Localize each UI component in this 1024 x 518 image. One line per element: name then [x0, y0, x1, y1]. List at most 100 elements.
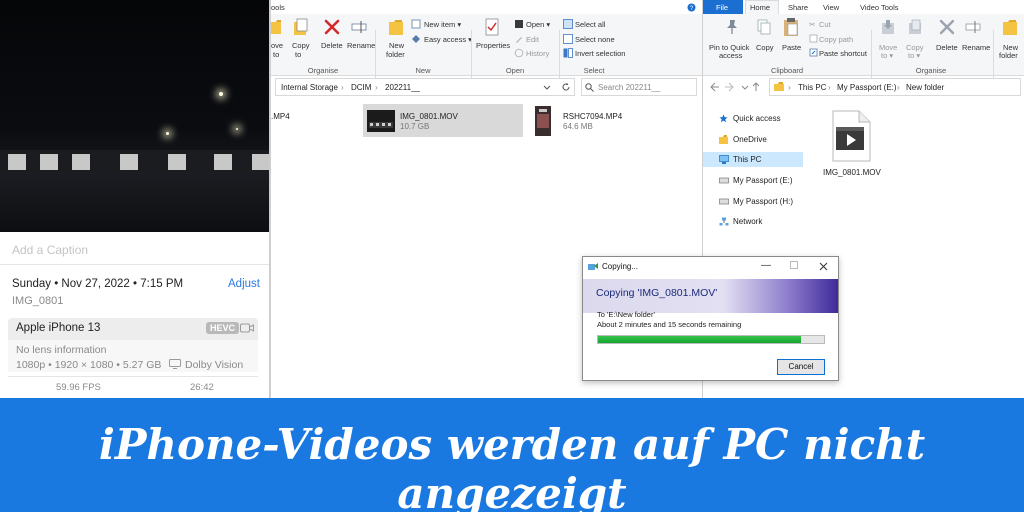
street-light — [166, 132, 169, 135]
select-all-button[interactable]: Select all — [575, 20, 605, 29]
pin-label-2[interactable]: access — [719, 51, 742, 60]
properties-icon[interactable] — [484, 18, 500, 36]
video-file-icon[interactable] — [829, 110, 871, 162]
invert-selection-button[interactable]: Invert selection — [575, 49, 625, 58]
history-icon[interactable] — [514, 48, 524, 58]
select-none-button[interactable]: Select none — [575, 35, 615, 44]
breadcrumb-this-pc[interactable]: This PC — [798, 83, 826, 92]
adjust-button[interactable]: Adjust — [228, 278, 260, 290]
open-icon[interactable] — [514, 19, 524, 29]
delete-label[interactable]: Delete — [936, 43, 958, 52]
refresh-icon[interactable] — [561, 82, 571, 92]
delete-label[interactable]: Delete — [321, 41, 343, 50]
copy-path-button[interactable]: Copy path — [819, 35, 853, 44]
duration: 26:42 — [190, 382, 214, 393]
tab-home[interactable]: Home — [750, 3, 770, 12]
nav-drive-h[interactable]: My Passport (H:) — [733, 197, 793, 206]
history-button[interactable]: History — [526, 49, 549, 58]
road — [0, 172, 269, 232]
breadcrumb-internal-storage[interactable]: Internal Storage — [281, 83, 338, 92]
move-to-icon[interactable] — [271, 19, 283, 35]
nav-this-pc[interactable]: This PC — [733, 155, 761, 164]
copy-to-label[interactable]: Copy — [292, 41, 310, 50]
street-light — [219, 92, 223, 96]
tab-share[interactable]: Share — [788, 3, 808, 12]
copy-destination: To 'E:\New folder' — [597, 310, 655, 319]
paste-shortcut-icon[interactable] — [809, 48, 818, 57]
tab-video-tools[interactable]: Video Tools — [860, 3, 899, 12]
properties-label[interactable]: Properties — [476, 41, 510, 50]
easy-access-button[interactable]: Easy access ▾ — [424, 35, 472, 44]
tab-view[interactable]: View — [823, 3, 839, 12]
file-name[interactable]: RSHC7094.MP4 — [563, 112, 622, 121]
rename-label[interactable]: Rename — [347, 41, 375, 50]
breadcrumb-folder[interactable]: 202211__ — [385, 83, 420, 92]
video-camera-icon — [240, 323, 254, 333]
copy-to-icon[interactable] — [908, 19, 922, 35]
edit-icon[interactable] — [514, 34, 524, 44]
caption-input[interactable]: Add a Caption — [12, 243, 88, 257]
file-name[interactable]: .MP4 — [271, 112, 290, 121]
paste-shortcut-button[interactable]: Paste shortcut — [819, 49, 867, 58]
move-to-label-2[interactable]: to ▾ — [881, 51, 893, 60]
invert-selection-icon[interactable] — [563, 48, 573, 58]
wall-post — [252, 154, 269, 170]
copy-icon[interactable] — [757, 19, 771, 35]
select-all-icon[interactable] — [563, 19, 573, 29]
minimize-button[interactable]: — — [761, 260, 771, 271]
paste-label[interactable]: Paste — [782, 43, 801, 52]
new-folder-icon[interactable] — [388, 18, 404, 36]
video-thumbnail-icon — [535, 106, 551, 136]
file-name[interactable]: IMG_0801.MOV — [823, 168, 881, 177]
new-folder-label-2[interactable]: folder — [386, 50, 405, 59]
rename-label[interactable]: Rename — [962, 43, 990, 52]
breadcrumb-dcim[interactable]: DCIM — [351, 83, 371, 92]
new-folder-label-2[interactable]: folder — [999, 51, 1018, 60]
nav-arrows-icon[interactable] — [709, 82, 759, 92]
breadcrumb-drive[interactable]: My Passport (E:) — [837, 83, 897, 92]
cut-button[interactable]: Cut — [819, 20, 831, 29]
delete-icon[interactable] — [939, 19, 955, 35]
help-icon[interactable]: ? — [687, 3, 696, 12]
tab-file[interactable]: File — [716, 3, 728, 12]
edit-button[interactable]: Edit — [526, 35, 539, 44]
move-to-label[interactable]: ove — [271, 41, 283, 50]
breadcrumb-folder[interactable]: New folder — [906, 83, 944, 92]
new-item-button[interactable]: New item ▾ — [424, 20, 461, 29]
video-thumbnail[interactable] — [0, 0, 269, 232]
address-dropdown-icon[interactable] — [543, 83, 551, 91]
new-folder-label[interactable]: New — [389, 41, 404, 50]
search-input[interactable]: Search 202211__ — [598, 83, 661, 92]
copy-path-icon[interactable] — [809, 34, 818, 43]
nav-network[interactable]: Network — [733, 217, 762, 226]
maximize-button[interactable] — [790, 261, 798, 269]
easy-access-icon[interactable] — [411, 34, 421, 44]
pin-icon[interactable] — [725, 19, 739, 35]
copy-to-label-2[interactable]: to ▾ — [908, 51, 920, 60]
cut-icon[interactable]: ✂ — [809, 20, 815, 29]
nav-quick-access[interactable]: Quick access — [733, 114, 781, 123]
rename-icon[interactable] — [965, 19, 981, 35]
copy-to-icon[interactable] — [293, 18, 309, 36]
move-to-icon[interactable] — [881, 19, 895, 35]
ribbon-tab-video-tools[interactable]: ools — [271, 3, 285, 12]
file-name[interactable]: IMG_0801.MOV — [400, 112, 458, 121]
new-folder-icon[interactable] — [1002, 18, 1018, 36]
copy-label[interactable]: Copy — [756, 43, 774, 52]
close-icon[interactable] — [819, 262, 828, 271]
copy-to-label-2[interactable]: to — [295, 50, 301, 59]
cancel-button[interactable]: Cancel — [777, 359, 825, 375]
select-none-icon[interactable] — [563, 34, 573, 44]
move-to-label-2[interactable]: to — [273, 50, 279, 59]
open-button[interactable]: Open ▾ — [526, 20, 550, 29]
nav-drive-e[interactable]: My Passport (E:) — [733, 176, 793, 185]
codec-badge: HEVC — [206, 322, 240, 334]
display-icon — [169, 359, 181, 369]
rename-icon[interactable] — [351, 19, 367, 35]
divider — [8, 376, 258, 377]
group-select: Select — [583, 66, 605, 75]
paste-icon[interactable] — [783, 17, 799, 37]
new-item-icon[interactable] — [411, 19, 421, 29]
delete-icon[interactable] — [324, 19, 340, 35]
nav-onedrive[interactable]: OneDrive — [733, 135, 767, 144]
